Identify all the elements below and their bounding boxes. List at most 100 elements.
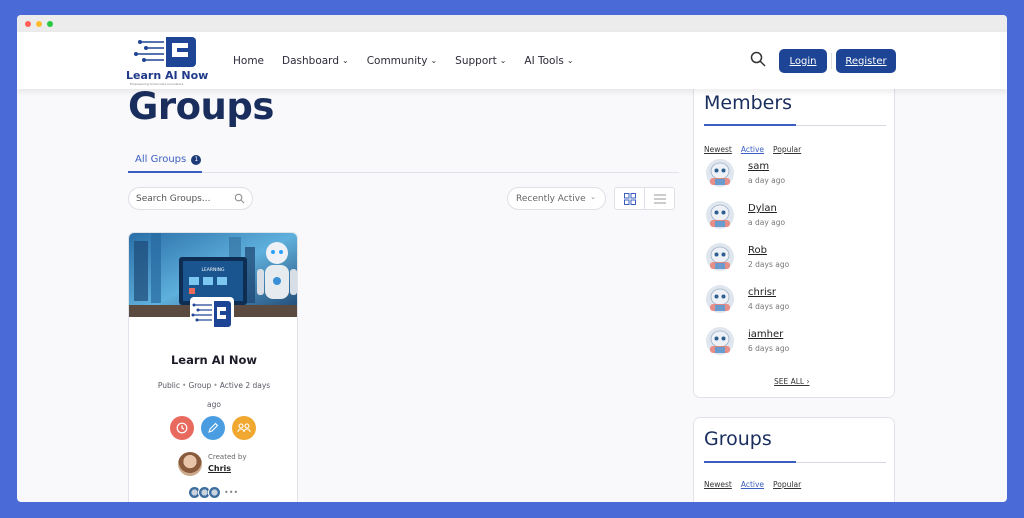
member-avatar[interactable] [704,284,736,314]
nav-home[interactable]: Home [233,55,264,67]
members-filters: Newest Active Popular [704,145,801,154]
grid-view-button[interactable] [615,188,644,209]
filter-active[interactable]: Active [741,480,764,489]
window-titlebar [17,15,1007,32]
group-meta: Public • Group • Active 2 days ago [157,381,271,409]
group-name[interactable]: Learn AI Now [129,353,297,367]
nav-community[interactable]: Community ⌄ [367,55,437,67]
members-widget-title: Members [704,92,793,114]
creator-avatar[interactable] [178,452,202,476]
nav-label: Community [366,54,428,67]
member-mini-avatar [208,486,221,499]
member-name[interactable]: Rob [748,245,767,256]
sort-value: Recently Active [516,193,586,204]
creator-name-link[interactable]: Chris [208,464,231,473]
chevron-down-icon: ⌄ [590,193,596,201]
list-view-button[interactable] [644,188,674,209]
member-avatar[interactable] [704,242,736,272]
filter-popular[interactable]: Popular [773,480,801,489]
active-tab-indicator [128,171,202,173]
cover-label: LEARNING [201,267,225,273]
chevron-down-icon: ⌄ [566,56,574,65]
pencil-icon [208,422,219,433]
group-activity-suffix: ago [207,400,221,409]
group-card[interactable]: LEARNING Learn AI Now Public • Group • A… [128,232,298,502]
filter-popular[interactable]: Popular [773,145,801,154]
logo-tagline: Empowering tomorrow's innovators [130,82,184,86]
member-list-item[interactable]: sam a day ago [704,158,884,188]
chevron-right-icon: › [806,377,810,386]
tab-all-groups[interactable]: All Groups 1 [135,154,202,165]
member-name[interactable]: sam [748,161,769,172]
nav-support[interactable]: Support ⌄ [455,55,506,67]
group-logo-avatar [190,297,234,333]
group-members-icon [237,423,251,433]
search-placeholder: Search Groups... [136,193,211,204]
see-all-link[interactable]: SEE ALL › [774,377,810,386]
login-button[interactable]: Login [779,49,827,73]
logo-text: Learn AI Now [126,69,209,82]
sort-select[interactable]: Recently Active ⌄ [507,187,606,210]
nav-label: AI Tools [524,54,564,67]
nav-label: Dashboard [282,54,339,67]
search-icon[interactable] [750,51,766,67]
clock-icon [176,422,188,434]
chevron-down-icon: ⌄ [430,56,438,65]
member-avatar[interactable] [704,326,736,356]
nav-label: Support [455,54,497,67]
member-avatar[interactable] [704,158,736,188]
member-name[interactable]: Dylan [748,203,777,214]
tabs-divider [128,172,679,173]
nav-ai-tools[interactable]: AI Tools ⌄ [524,55,573,67]
member-last-active: a day ago [748,176,786,185]
groups-widget-title: Groups [704,428,772,450]
main-nav: Home Dashboard ⌄ Community ⌄ Support ⌄ AI T… [233,32,574,89]
list-icon [653,194,666,203]
members-title-underline [704,124,796,126]
members-action-button[interactable] [232,416,256,440]
logo-mark-icon [134,37,196,67]
site-header: Learn AI Now Empowering tomorrow's innov… [17,32,1007,89]
see-all-label: SEE ALL [774,377,805,386]
member-list-item[interactable]: Dylan a day ago [704,200,884,230]
view-toggle [614,187,675,210]
member-last-active: 4 days ago [748,302,790,311]
search-groups-input[interactable]: Search Groups... [128,187,253,210]
more-members-icon: ••• [224,488,239,497]
grid-icon [623,192,636,205]
chevron-down-icon: ⌄ [341,56,349,65]
minimize-window-button[interactable] [36,20,42,27]
group-actions [170,416,256,440]
member-name[interactable]: iamher [748,329,783,340]
filter-active[interactable]: Active [741,145,764,154]
member-list-item[interactable]: chrisr 4 days ago [704,284,884,314]
site-logo[interactable]: Learn AI Now Empowering tomorrow's innov… [126,35,209,87]
groups-title-underline [704,461,796,463]
nav-label: Home [233,54,265,67]
member-list-item[interactable]: iamher 6 days ago [704,326,884,356]
group-type: Group [188,381,212,390]
maximize-window-button[interactable] [47,20,53,27]
member-avatar[interactable] [704,200,736,230]
group-activity: Active 2 days [219,381,271,390]
member-last-active: 2 days ago [748,260,790,269]
search-icon[interactable] [234,193,245,204]
register-button[interactable]: Register [836,49,896,73]
clock-action-button[interactable] [170,416,194,440]
created-by-label: Created by [208,453,247,461]
tab-count-badge: 1 [191,154,202,165]
filter-newest[interactable]: Newest [704,480,732,489]
header-divider [831,53,832,69]
close-window-button[interactable] [25,20,31,27]
filter-newest[interactable]: Newest [704,145,732,154]
edit-action-button[interactable] [201,416,225,440]
member-list-item[interactable]: Rob 2 days ago [704,242,884,272]
nav-dashboard[interactable]: Dashboard ⌄ [282,55,349,67]
page-title: Groups [128,85,274,128]
tab-label: All Groups [135,154,187,165]
groups-filters: Newest Active Popular [704,480,801,489]
member-name[interactable]: chrisr [748,287,776,298]
browser-window: Groups All Groups 1 Search Groups... Rec… [17,15,1007,502]
group-member-avatars[interactable]: ••• [188,486,238,499]
chevron-down-icon: ⌄ [499,56,507,65]
